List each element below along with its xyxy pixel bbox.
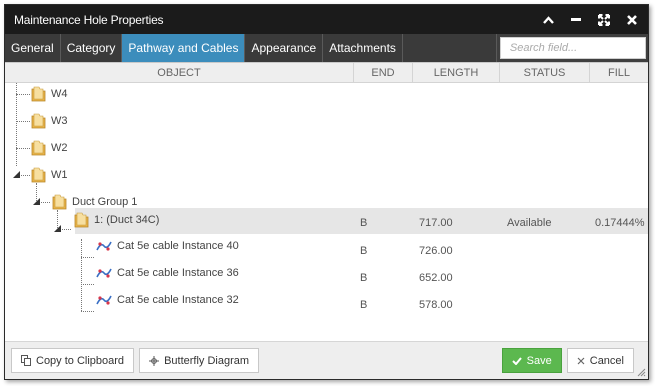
tree-node-cable-32[interactable]: Cat 5e cable Instance 32 [96,294,239,306]
minimize-icon[interactable] [562,5,590,34]
dialog-footer: Copy to Clipboard Butterfly Diagram Save… [5,341,648,379]
cancel-button[interactable]: Cancel [566,348,634,373]
copy-to-clipboard-label: Copy to Clipboard [36,354,125,367]
tree-node-label: Cat 5e cable Instance 40 [117,240,239,252]
tree-node-label: Duct Group 1 [72,196,138,208]
tree-node-w4[interactable]: W4 [31,86,68,102]
tree-node-cable-36[interactable]: Cat 5e cable Instance 36 [96,267,239,279]
butterfly-diagram-label: Butterfly Diagram [164,354,250,367]
tree-node-label: 1: (Duct 34C) [94,214,160,226]
tree-connector [81,239,82,311]
tree-node-label: W4 [51,88,68,100]
folder-icon [74,212,89,228]
close-icon [577,357,585,365]
cable-icon [96,268,112,278]
cable-icon [96,241,112,251]
cell-length: 578.00 [419,299,453,311]
search-box [499,37,646,59]
title-bar[interactable]: Maintenance Hole Properties [5,5,648,34]
tree-connector [81,311,94,312]
dialog-title: Maintenance Hole Properties [14,12,164,27]
cable-icon [96,295,112,305]
cancel-label: Cancel [589,354,624,367]
cell-end: B [360,272,368,284]
tree-node-label: Cat 5e cable Instance 32 [117,294,239,306]
tree-connector [81,284,94,285]
tab-bar: General Category Pathway and Cables Appe… [5,34,648,63]
pathway-tree: W4 W3 W2 W1 Duct Group 1 1: (Duct 34C) B… [5,83,648,343]
tree-connector [16,94,30,95]
tree-node-label: Cat 5e cable Instance 36 [117,267,239,279]
tab-attachments[interactable]: Attachments [323,34,403,62]
tree-node-cable-40[interactable]: Cat 5e cable Instance 40 [96,240,239,252]
tree-node-w2[interactable]: W2 [31,140,68,156]
column-end[interactable]: END [354,63,413,82]
tab-category[interactable]: Category [60,34,123,62]
collapse-toggle-icon[interactable] [33,198,40,205]
cell-length: 717.00 [419,217,453,229]
close-icon[interactable] [618,5,646,34]
tab-pathway-and-cables[interactable]: Pathway and Cables [122,34,246,62]
butterfly-diagram-button[interactable]: Butterfly Diagram [139,348,260,373]
collapse-toggle-icon[interactable] [13,171,20,178]
copy-to-clipboard-button[interactable]: Copy to Clipboard [11,348,135,373]
tree-connector [16,83,17,166]
checkmark-icon [511,356,522,365]
column-fill[interactable]: FILL [590,63,648,82]
save-button[interactable]: Save [501,348,562,373]
cell-fill: 0.17444% [595,217,645,229]
save-label: Save [526,354,552,367]
tree-node-w3[interactable]: W3 [31,113,68,129]
tree-node-label: W3 [51,115,68,127]
folder-icon [31,113,46,129]
tree-connector [81,257,94,258]
tab-general[interactable]: General [5,34,61,62]
search-input[interactable] [500,38,645,58]
folder-icon [31,86,46,102]
folder-icon [31,167,46,183]
tree-connector [16,121,30,122]
cell-end: B [360,299,368,311]
tree-connector [16,148,30,149]
tree-node-label: W2 [51,142,68,154]
column-length[interactable]: LENGTH [413,63,500,82]
cell-length: 652.00 [419,272,453,284]
folder-icon [31,140,46,156]
copy-icon [21,355,31,366]
column-status[interactable]: STATUS [500,63,590,82]
tab-appearance[interactable]: Appearance [245,34,324,62]
resize-grip-icon[interactable] [637,368,646,377]
cell-end: B [360,217,368,229]
properties-dialog: Maintenance Hole Properties General Cate… [4,4,649,380]
butterfly-diagram-icon [149,355,160,366]
cell-length: 726.00 [419,245,453,257]
maximize-icon[interactable] [590,5,618,34]
cell-end: B [360,245,368,257]
tab-bar-spacer [402,34,497,62]
column-header: OBJECT END LENGTH STATUS FILL [5,63,648,83]
column-object[interactable]: OBJECT [5,63,354,82]
cell-status: Available [507,217,552,229]
collapse-icon[interactable] [534,5,562,34]
tree-node-duct-34c[interactable]: 1: (Duct 34C) [74,212,159,228]
tree-node-w1[interactable]: W1 [31,167,68,183]
tree-node-label: W1 [51,169,68,181]
